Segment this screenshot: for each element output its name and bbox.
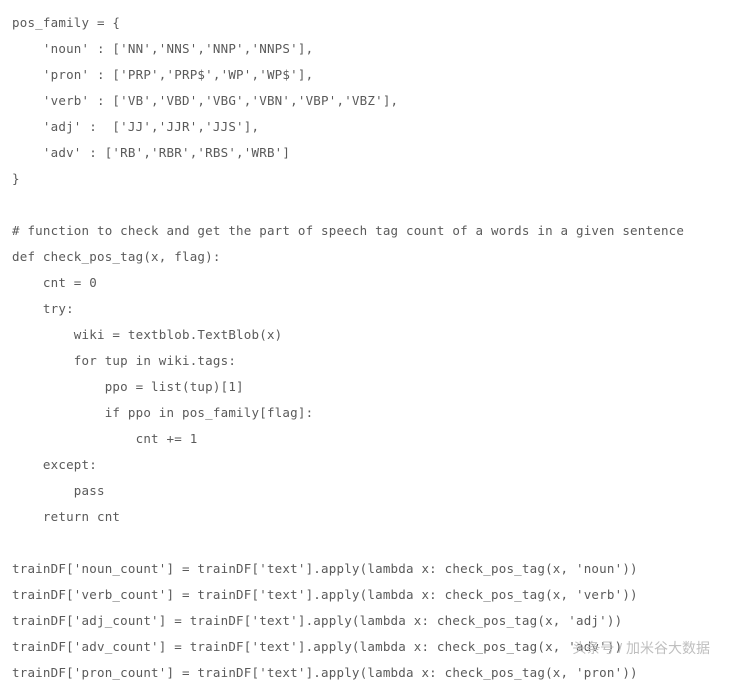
code-line: pass — [12, 478, 728, 504]
code-line: if ppo in pos_family[flag]: — [12, 400, 728, 426]
code-line: wiki = textblob.TextBlob(x) — [12, 322, 728, 348]
code-line: pos_family = { — [12, 10, 728, 36]
code-line: 'adj' : ['JJ','JJR','JJS'], — [12, 114, 728, 140]
code-line: for tup in wiki.tags: — [12, 348, 728, 374]
code-line — [12, 530, 728, 556]
code-line: 'pron' : ['PRP','PRP$','WP','WP$'], — [12, 62, 728, 88]
code-block: pos_family = { 'noun' : ['NN','NNS','NNP… — [12, 10, 728, 686]
code-line: except: — [12, 452, 728, 478]
code-line: trainDF['adj_count'] = trainDF['text'].a… — [12, 608, 728, 634]
code-line: } — [12, 166, 728, 192]
code-line: 'adv' : ['RB','RBR','RBS','WRB'] — [12, 140, 728, 166]
code-line: cnt = 0 — [12, 270, 728, 296]
code-line: trainDF['verb_count'] = trainDF['text'].… — [12, 582, 728, 608]
code-line: ppo = list(tup)[1] — [12, 374, 728, 400]
code-line — [12, 192, 728, 218]
code-line: 'noun' : ['NN','NNS','NNP','NNPS'], — [12, 36, 728, 62]
code-line: trainDF['pron_count'] = trainDF['text'].… — [12, 660, 728, 686]
code-line: cnt += 1 — [12, 426, 728, 452]
watermark-text: 头条号 / 加米谷大数据 — [572, 635, 710, 661]
code-line: def check_pos_tag(x, flag): — [12, 244, 728, 270]
code-line: try: — [12, 296, 728, 322]
code-line: # function to check and get the part of … — [12, 218, 728, 244]
code-line: 'verb' : ['VB','VBD','VBG','VBN','VBP','… — [12, 88, 728, 114]
code-line: return cnt — [12, 504, 728, 530]
code-line: trainDF['noun_count'] = trainDF['text'].… — [12, 556, 728, 582]
